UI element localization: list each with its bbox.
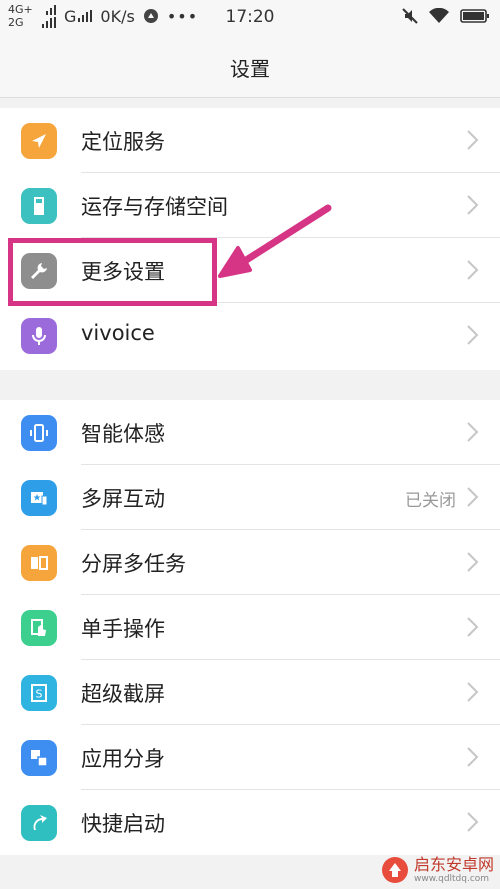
watermark-text: 启东安卓网 (413, 855, 494, 874)
app-clone-icon (21, 740, 57, 776)
location-arrow-icon (21, 123, 57, 159)
settings-item-app-clone[interactable]: 应用分身 (0, 725, 500, 790)
highlight-box (8, 238, 217, 306)
settings-item-label: 分屏多任务 (81, 552, 186, 576)
chevron-right-icon (467, 130, 479, 150)
watermark-url: www.qdltdq.com (413, 874, 490, 884)
battery-icon (460, 9, 489, 23)
settings-item-multi-screen[interactable]: 多屏互动 已关闭 (0, 465, 500, 530)
quick-launch-icon (21, 805, 57, 841)
status-bar: 4G+ 2G G 0K/s ••• 17:20 (0, 0, 500, 36)
chevron-right-icon (467, 260, 479, 280)
settings-item-quick-launch[interactable]: 快捷启动 (0, 790, 500, 855)
microphone-icon (21, 318, 57, 354)
settings-item-split-screen[interactable]: 分屏多任务 (0, 530, 500, 595)
settings-item-super-screenshot[interactable]: S 超级截屏 (0, 660, 500, 725)
chevron-right-icon (467, 552, 479, 572)
mute-icon (402, 8, 418, 24)
chevron-right-icon (467, 325, 479, 345)
status-text: 已关闭 (405, 491, 456, 511)
watermark-logo: 启东安卓网 www.qdltdq.com (380, 855, 494, 885)
settings-item-one-hand[interactable]: 单手操作 (0, 595, 500, 660)
settings-item-label: 智能体感 (81, 422, 165, 446)
settings-group-2: 智能体感 多屏互动 已关闭 分屏多任务 单手操作 S 超级截屏 应用分身 快捷启… (0, 400, 500, 855)
settings-item-smart-motion[interactable]: 智能体感 (0, 400, 500, 465)
settings-item-label: 定位服务 (81, 130, 165, 154)
svg-text:S: S (36, 688, 43, 701)
chevron-right-icon (467, 682, 479, 702)
chevron-right-icon (467, 617, 479, 637)
sd-card-icon (21, 188, 57, 224)
split-screen-icon (21, 545, 57, 581)
multi-screen-icon (21, 480, 57, 516)
chevron-right-icon (467, 195, 479, 215)
page-title: 设置 (230, 57, 270, 81)
watermark-icon (381, 857, 408, 883)
wifi-icon (429, 8, 449, 23)
settings-item-vivoice[interactable]: vivoice (0, 303, 500, 368)
settings-item-label: 快捷启动 (81, 812, 165, 836)
settings-item-location[interactable]: 定位服务 (0, 108, 500, 173)
settings-item-label: 应用分身 (81, 747, 165, 771)
chevron-right-icon (467, 747, 479, 767)
chevron-right-icon (467, 812, 479, 832)
chevron-right-icon (467, 487, 479, 507)
one-hand-icon (21, 610, 57, 646)
settings-item-label: 单手操作 (81, 617, 165, 641)
phone-motion-icon (21, 415, 57, 451)
settings-item-storage[interactable]: 运存与存储空间 (0, 173, 500, 238)
settings-item-label: 多屏互动 (81, 487, 165, 511)
settings-item-label: 超级截屏 (81, 682, 165, 706)
settings-item-label: 运存与存储空间 (81, 195, 228, 219)
settings-item-label: vivoice (81, 321, 155, 345)
screenshot-icon: S (21, 675, 57, 711)
chevron-right-icon (467, 422, 479, 442)
title-bar: 设置 (0, 36, 500, 98)
